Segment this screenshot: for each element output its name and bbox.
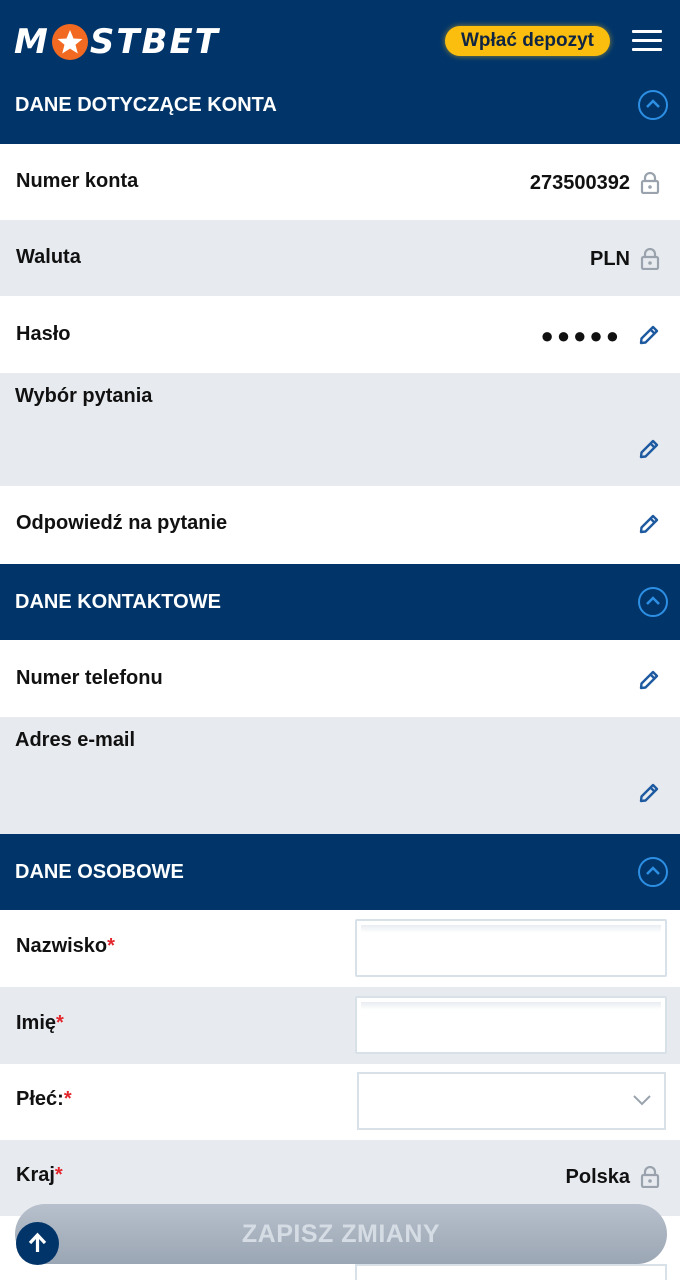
chevron-down-icon bbox=[633, 1095, 651, 1106]
row-label: Waluta bbox=[16, 246, 81, 268]
section-header-contact[interactable]: DANE KONTAKTOWE bbox=[0, 564, 680, 640]
mostbet-logo[interactable]: M STBET bbox=[14, 22, 220, 62]
logo-text-right: STBET bbox=[89, 22, 220, 62]
row-currency: Waluta PLN bbox=[0, 220, 680, 296]
section-header-account[interactable]: DANE DOTYCZĄCE KONTA bbox=[0, 67, 680, 143]
country-value: Polska bbox=[565, 1166, 630, 1188]
row-label: Imię* bbox=[16, 1012, 64, 1034]
row-label: Numer konta bbox=[16, 170, 139, 192]
pencil-icon[interactable] bbox=[637, 323, 661, 347]
deposit-button[interactable]: Wpłać depozyt bbox=[445, 26, 610, 56]
arrow-up-icon bbox=[28, 1232, 47, 1252]
lock-icon bbox=[640, 172, 660, 194]
required-mark: * bbox=[63, 1088, 72, 1110]
pencil-icon[interactable] bbox=[637, 437, 661, 461]
row-surname: Nazwisko* bbox=[0, 910, 680, 987]
password-mask: ●●●●● bbox=[540, 323, 622, 348]
section-title: DANE KONTAKTOWE bbox=[15, 591, 221, 613]
lock-icon bbox=[640, 248, 660, 270]
required-mark: * bbox=[56, 1012, 64, 1034]
row-gender: Płeć:* bbox=[0, 1064, 680, 1140]
menu-icon[interactable] bbox=[632, 30, 662, 52]
section-title: DANE DOTYCZĄCE KONTA bbox=[15, 94, 277, 116]
save-changes-button[interactable]: ZAPISZ ZMIANY bbox=[15, 1204, 667, 1264]
logo-star-icon bbox=[51, 24, 88, 60]
currency-value: PLN bbox=[590, 248, 630, 270]
row-security-answer: Odpowiedź na pytanie bbox=[0, 486, 680, 564]
section-header-personal[interactable]: DANE OSOBOWE bbox=[0, 834, 680, 910]
row-label: Hasło bbox=[16, 323, 71, 345]
scroll-to-top-button[interactable] bbox=[16, 1222, 59, 1265]
account-number-value: 273500392 bbox=[529, 172, 630, 194]
required-mark: * bbox=[107, 935, 115, 957]
section-title: DANE OSOBOWE bbox=[15, 861, 184, 883]
pencil-icon[interactable] bbox=[637, 668, 661, 692]
row-label: Wybór pytania bbox=[15, 385, 153, 407]
row-password: Hasło ●●●●● bbox=[0, 296, 680, 373]
row-email: Adres e-mail bbox=[0, 717, 680, 834]
chevron-up-icon[interactable] bbox=[638, 90, 668, 120]
row-label: Płeć:* bbox=[16, 1088, 72, 1110]
required-mark: * bbox=[54, 1164, 63, 1186]
lock-icon bbox=[640, 1166, 660, 1188]
row-security-question: Wybór pytania bbox=[0, 373, 680, 486]
row-label: Kraj* bbox=[16, 1164, 63, 1186]
gender-select[interactable] bbox=[357, 1072, 666, 1130]
pencil-icon[interactable] bbox=[637, 512, 661, 536]
chevron-up-icon[interactable] bbox=[638, 857, 668, 887]
logo-text-left: M bbox=[14, 22, 50, 62]
row-first-name: Imię* bbox=[0, 987, 680, 1064]
row-label: Odpowiedź na pytanie bbox=[16, 512, 228, 534]
surname-input[interactable] bbox=[355, 919, 667, 977]
pencil-icon[interactable] bbox=[637, 781, 661, 805]
row-label: Adres e-mail bbox=[15, 729, 136, 751]
row-phone: Numer telefonu bbox=[0, 640, 680, 717]
partial-input[interactable] bbox=[355, 1264, 667, 1280]
row-label: Nazwisko* bbox=[16, 935, 115, 957]
chevron-up-icon[interactable] bbox=[638, 587, 668, 617]
row-label: Numer telefonu bbox=[16, 667, 163, 689]
first-name-input[interactable] bbox=[355, 996, 667, 1054]
row-account-number: Numer konta 273500392 bbox=[0, 144, 680, 220]
